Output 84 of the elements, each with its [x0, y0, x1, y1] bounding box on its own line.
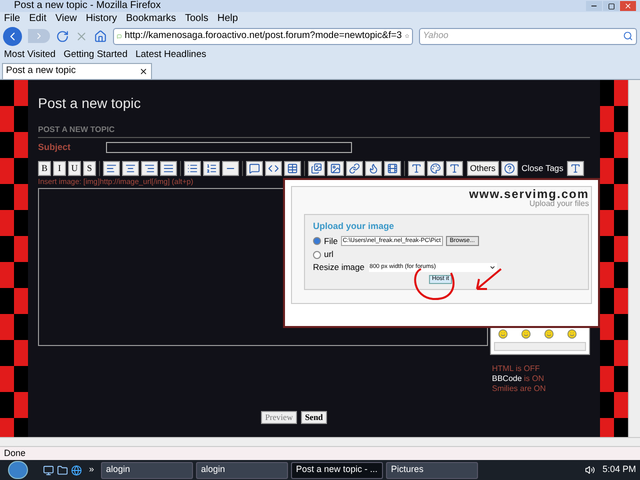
- bookmark-item[interactable]: Latest Headlines: [135, 50, 206, 60]
- table-icon[interactable]: [284, 160, 301, 176]
- bullet-list-icon[interactable]: [184, 160, 201, 176]
- setting-status: HTML is OFF: [492, 364, 541, 374]
- menu-item[interactable]: File: [4, 14, 20, 24]
- address-bar[interactable]: http://kamenosaga.foroactivo.net/post.forum?mode=newtopic&f=3: [113, 28, 413, 44]
- taskbar-button[interactable]: alogin: [196, 462, 288, 478]
- start-button[interactable]: [8, 461, 28, 479]
- format-button[interactable]: I: [53, 160, 66, 176]
- type-icon[interactable]: [446, 160, 463, 176]
- subject-field[interactable]: [106, 142, 352, 154]
- horizontal-scrollbar[interactable]: [0, 437, 640, 447]
- align-justify-icon[interactable]: [160, 160, 177, 176]
- more-icon[interactable]: »: [89, 463, 94, 477]
- star-icon[interactable]: [404, 31, 409, 41]
- taskbar-button[interactable]: Pictures: [386, 462, 478, 478]
- setting-status: BBCode is ON: [492, 374, 546, 384]
- search-icon[interactable]: [623, 31, 633, 41]
- vertical-scrollbar[interactable]: [628, 80, 640, 437]
- menu-item[interactable]: View: [55, 14, 77, 24]
- align-left-icon[interactable]: [103, 160, 120, 176]
- desktop-icon[interactable]: [43, 464, 54, 476]
- home-icon[interactable]: [94, 30, 107, 42]
- send-button[interactable]: Send: [300, 410, 327, 424]
- smiley-icon[interactable]: [521, 328, 531, 338]
- smiley-icon[interactable]: [498, 328, 508, 338]
- smiley-icon[interactable]: [544, 328, 554, 338]
- setting-status: Smilies are ON: [492, 384, 547, 394]
- font-icon[interactable]: [408, 160, 425, 176]
- help-icon[interactable]: [500, 160, 518, 176]
- close-tags-button[interactable]: Close Tags: [520, 160, 566, 176]
- tagline: Upload your files: [529, 200, 589, 208]
- resize-label: Resize image: [313, 261, 364, 274]
- taskbar-button[interactable]: Post a new topic - ...: [291, 462, 384, 478]
- browser-tab[interactable]: Post a new topic: [2, 63, 152, 79]
- bookmark-item[interactable]: Getting Started: [64, 50, 128, 60]
- window-title: Post a new topic - Mozilla Firefox: [14, 1, 162, 11]
- status-text: Done: [4, 446, 26, 460]
- preview-button[interactable]: Preview: [261, 410, 297, 424]
- section-title: POST A NEW TOPIC: [38, 124, 590, 138]
- link-icon[interactable]: [346, 160, 363, 176]
- maximize-icon[interactable]: [603, 1, 619, 11]
- others-button[interactable]: Others: [467, 160, 499, 176]
- browser-icon[interactable]: [71, 464, 82, 476]
- menu-item[interactable]: Edit: [29, 14, 46, 24]
- format-button[interactable]: S: [83, 160, 96, 176]
- numbered-list-icon[interactable]: [203, 160, 220, 176]
- window-icon[interactable]: [57, 464, 68, 476]
- servimg-logo: www.servimg.com: [469, 188, 589, 200]
- radio-label: File: [324, 234, 338, 248]
- align-center-icon[interactable]: [122, 160, 139, 176]
- code-icon[interactable]: [265, 160, 282, 176]
- flame-icon[interactable]: [365, 160, 382, 176]
- align-right-icon[interactable]: [141, 160, 158, 176]
- menu-item[interactable]: Tools: [185, 14, 208, 24]
- upload-title: Upload your image: [313, 220, 396, 233]
- reload-icon[interactable]: [56, 30, 69, 42]
- palette-icon[interactable]: [427, 160, 444, 176]
- subject-label: Subject: [38, 141, 72, 154]
- menu-item[interactable]: Bookmarks: [126, 14, 176, 24]
- format-button[interactable]: U: [68, 160, 81, 176]
- format-button[interactable]: B: [38, 160, 51, 176]
- bookmark-item[interactable]: Most Visited: [4, 50, 56, 60]
- menu-item[interactable]: Help: [217, 14, 238, 24]
- close-tab-icon[interactable]: [139, 67, 148, 76]
- speech-bubble-icon[interactable]: [246, 160, 263, 176]
- font-size-icon[interactable]: [567, 160, 584, 176]
- minimize-icon[interactable]: [586, 1, 602, 11]
- radio-label: url: [324, 248, 334, 261]
- volume-icon[interactable]: [585, 465, 596, 475]
- smiley-icon[interactable]: [567, 328, 577, 338]
- image-icon[interactable]: [327, 160, 344, 176]
- back-button[interactable]: [3, 26, 22, 46]
- taskbar-button[interactable]: alogin: [101, 462, 194, 478]
- page-heading: Post a new topic: [38, 96, 142, 110]
- url-text: http://kamenosaga.foroactivo.net/post.forum?mode=newtopic&f=3: [124, 28, 402, 43]
- radio-button[interactable]: [313, 250, 321, 259]
- images-icon[interactable]: [308, 160, 325, 176]
- film-icon[interactable]: [384, 160, 401, 176]
- clock[interactable]: 5:04 PM: [602, 463, 636, 477]
- menu-item[interactable]: History: [86, 14, 117, 24]
- close-icon[interactable]: [620, 1, 636, 11]
- horizontal-scrollbar[interactable]: [494, 342, 586, 350]
- radio-button[interactable]: [313, 236, 321, 245]
